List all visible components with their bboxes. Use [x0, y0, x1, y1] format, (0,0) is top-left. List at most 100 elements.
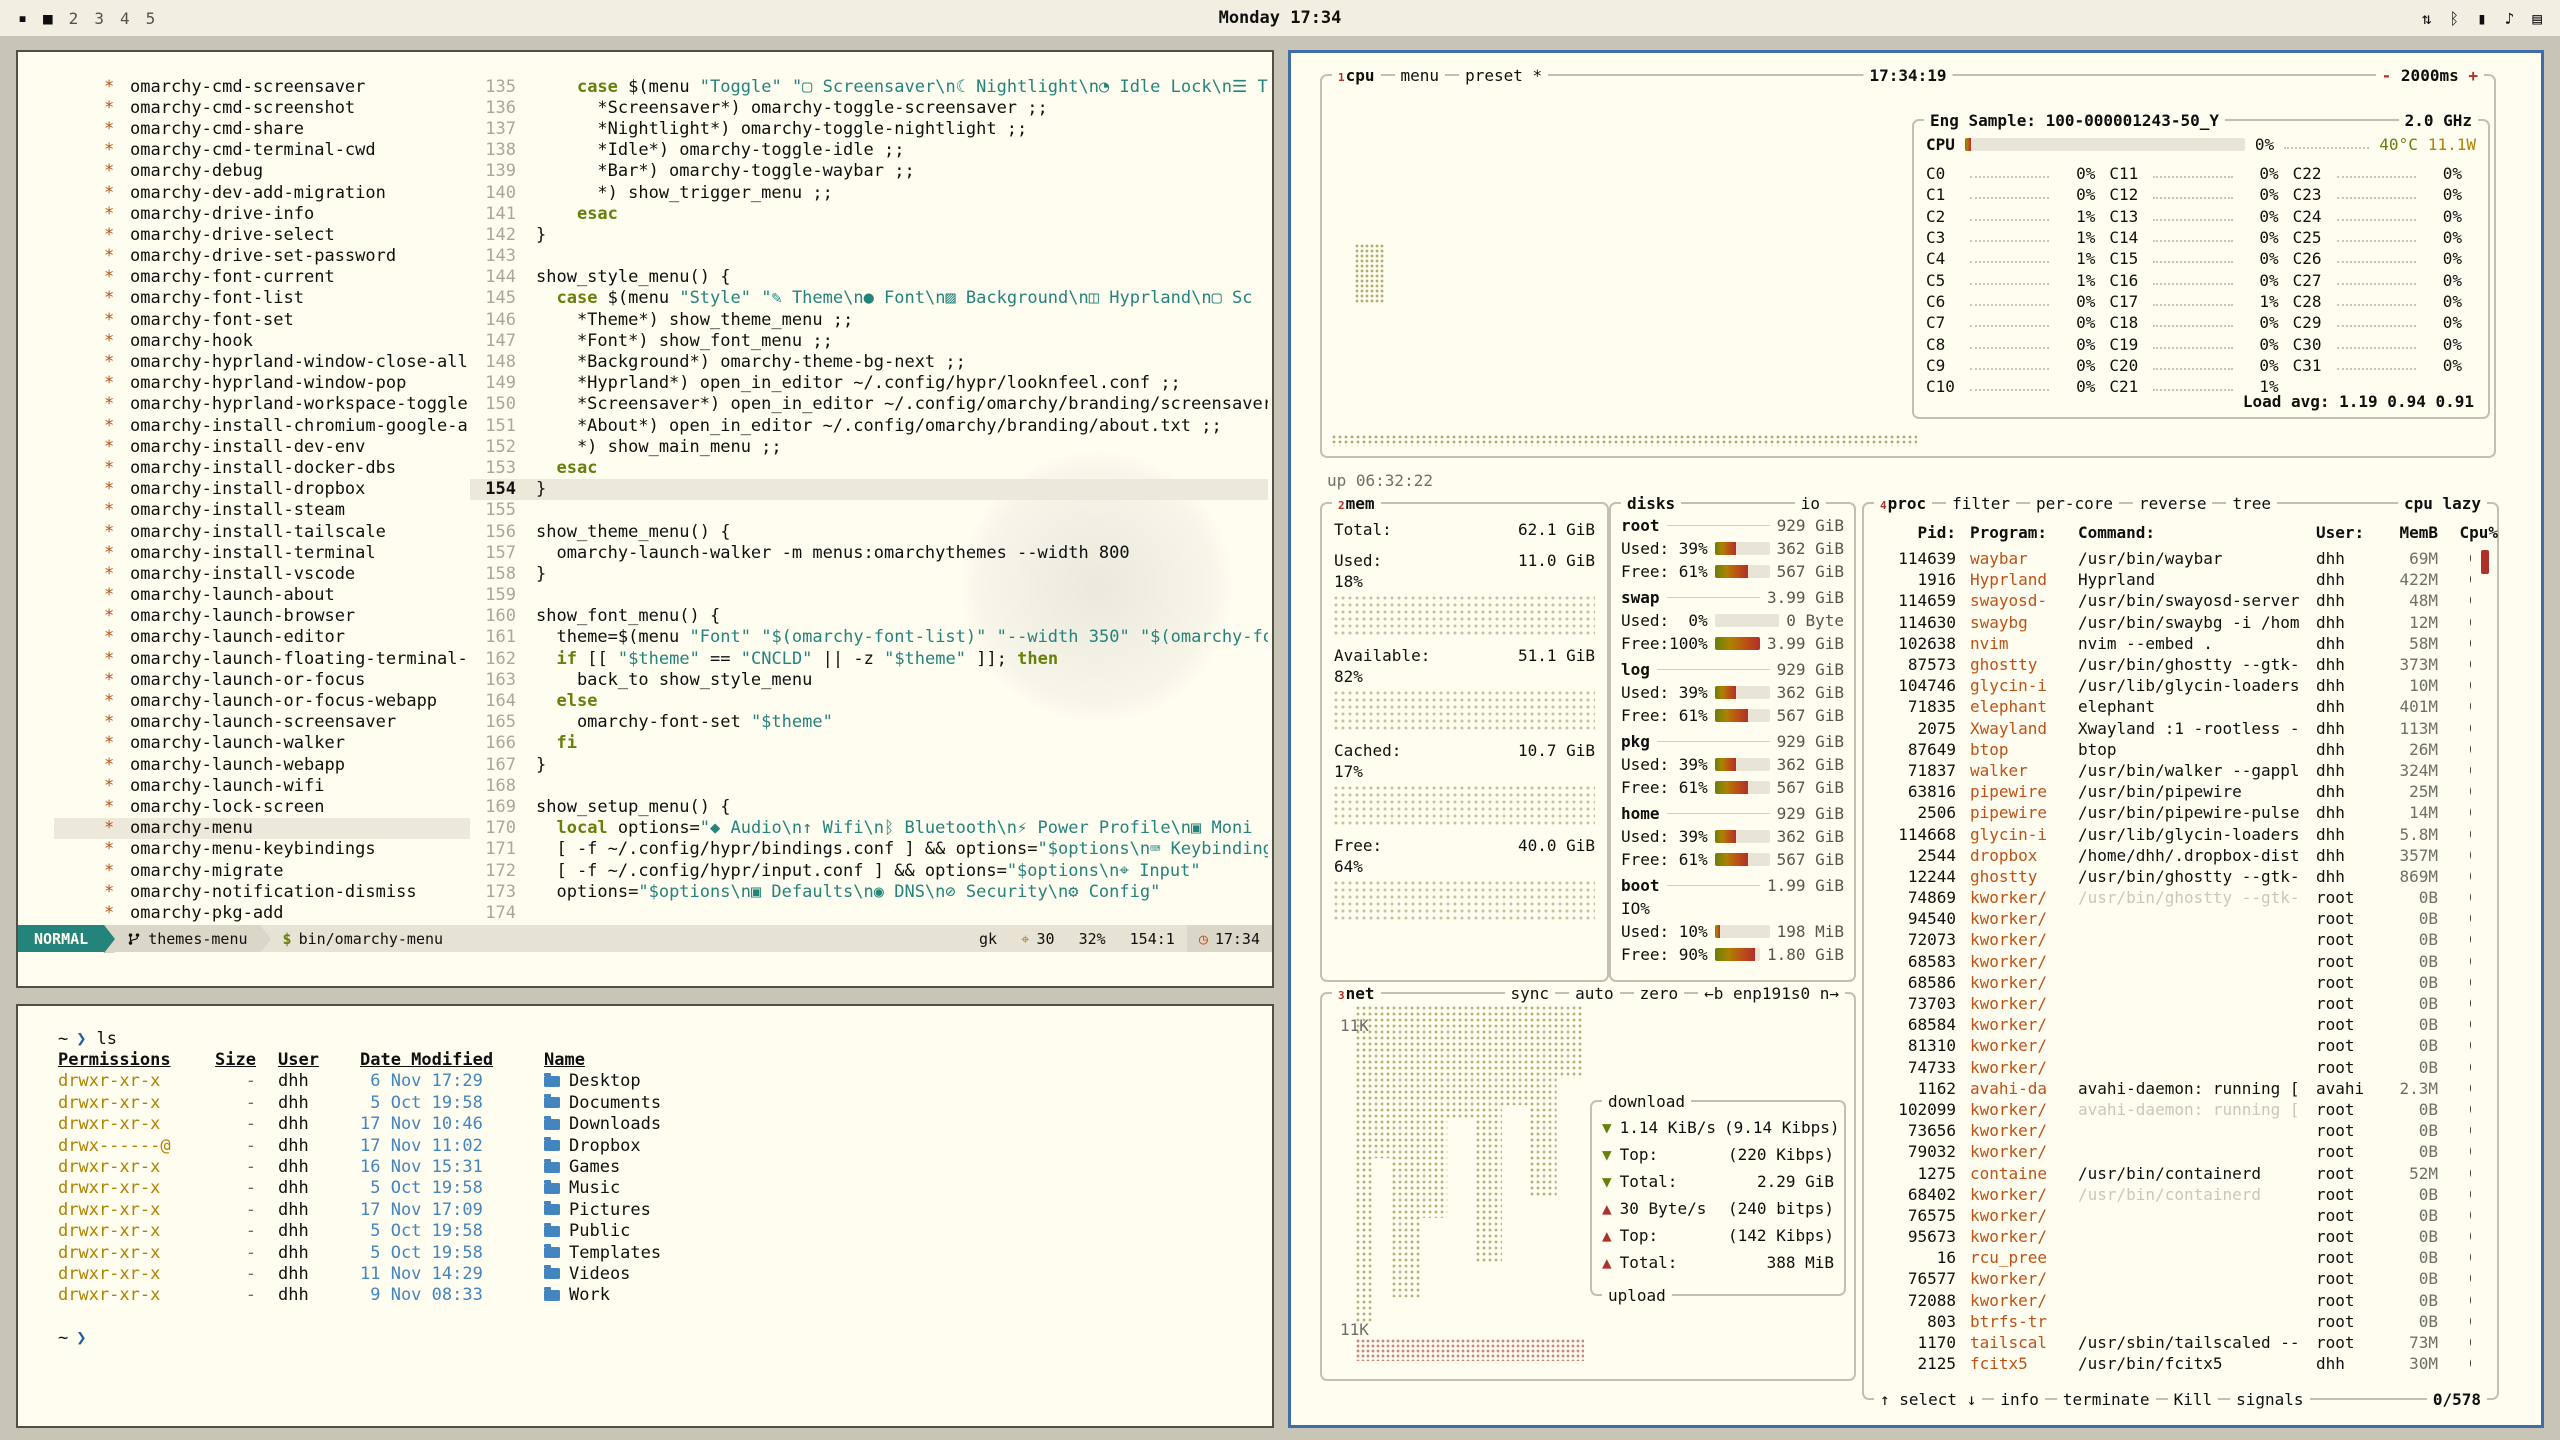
process-row[interactable]: 2075 Xwayland Xwayland :1 -rootless - dh…: [1872, 718, 2471, 739]
file-list-item[interactable]: * omarchy-install-steam: [104, 500, 470, 521]
git-branch[interactable]: themes-menu: [115, 925, 259, 952]
process-row[interactable]: 71837 walker /usr/bin/walker --gappl dhh…: [1872, 760, 2471, 781]
code-line[interactable]: 143: [470, 246, 1268, 267]
process-row[interactable]: 102638 nvim nvim --embed . dhh 58M 0.0: [1872, 633, 2471, 654]
code-line[interactable]: 169 show_setup_menu() {: [470, 796, 1268, 817]
code-line[interactable]: 167 }: [470, 754, 1268, 775]
process-row[interactable]: 2125 fcitx5 /usr/bin/fcitx5 dhh 30M 0.0: [1872, 1353, 2471, 1374]
code-line[interactable]: 170 local options="◆ Audio\n↑ Wifi\nᛒ Bl…: [470, 818, 1268, 839]
code-line[interactable]: 161 theme=$(menu "Font" "$(omarchy-font-…: [470, 627, 1268, 648]
code-line[interactable]: 151 *About*) open_in_editor ~/.config/om…: [470, 415, 1268, 436]
mem-box-title[interactable]: 2mem: [1332, 494, 1381, 513]
file-list-item[interactable]: * omarchy-font-list: [104, 288, 470, 309]
terminal-content[interactable]: ~ ❯ ls Permissions Size User Date Modifi…: [58, 1028, 1252, 1412]
proc-footer-action[interactable]: signals: [2230, 1390, 2309, 1409]
process-row[interactable]: 73656 kworker/ root 0B 0.0: [1872, 1120, 2471, 1141]
code-line[interactable]: 148 *Background*) omarchy-theme-bg-next …: [470, 351, 1268, 372]
file-list-item[interactable]: * omarchy-migrate: [104, 860, 470, 881]
process-row[interactable]: 16 rcu_pree root 0B 0.0: [1872, 1247, 2471, 1268]
code-line[interactable]: 172 [ -f ~/.config/hypr/input.conf ] && …: [470, 860, 1268, 881]
process-row[interactable]: 94540 kworker/ root 0B 0.0: [1872, 908, 2471, 929]
file-list-item[interactable]: * omarchy-launch-floating-terminal-: [104, 648, 470, 669]
io-toggle[interactable]: io: [1795, 494, 1826, 513]
volume-icon[interactable]: ♪: [2505, 9, 2515, 28]
net-zero-toggle[interactable]: zero: [1634, 984, 1685, 1003]
file-list-item[interactable]: * omarchy-install-tailscale: [104, 521, 470, 542]
code-line[interactable]: 145 case $(menu "Style" "✎ Theme\n● Font…: [470, 288, 1268, 309]
file-list-item[interactable]: * omarchy-cmd-screenshot: [104, 97, 470, 118]
omarchy-logo-icon[interactable]: ▪: [18, 9, 27, 27]
code-line[interactable]: 158 }: [470, 563, 1268, 584]
file-list-item[interactable]: * omarchy-menu-keybindings: [104, 839, 470, 860]
sort-selector[interactable]: cpu lazy: [2398, 494, 2487, 513]
file-list-item[interactable]: * omarchy-debug: [104, 161, 470, 182]
code-line[interactable]: 140 *) show_trigger_menu ;;: [470, 182, 1268, 203]
file-list-item[interactable]: * omarchy-launch-editor: [104, 627, 470, 648]
code-line[interactable]: 135 case $(menu "Toggle" "▢ Screensaver\…: [470, 76, 1268, 97]
process-row[interactable]: 68584 kworker/ root 0B 0.0: [1872, 1014, 2471, 1035]
code-line[interactable]: 166 fi: [470, 733, 1268, 754]
file-list-item[interactable]: * omarchy-font-current: [104, 267, 470, 288]
proc-footer-action[interactable]: terminate: [2057, 1390, 2156, 1409]
process-row[interactable]: 114659 swayosd- /usr/bin/swayosd-server …: [1872, 590, 2471, 611]
process-row[interactable]: 104746 glycin-i /usr/lib/glycin-loaders …: [1872, 675, 2471, 696]
file-list-item[interactable]: * omarchy-launch-or-focus-webapp: [104, 690, 470, 711]
battery-icon[interactable]: ▮: [2477, 9, 2487, 28]
code-line[interactable]: 141 esac: [470, 203, 1268, 224]
process-row[interactable]: 114668 glycin-i /usr/lib/glycin-loaders …: [1872, 823, 2471, 844]
file-list-item[interactable]: * omarchy-install-docker-dbs: [104, 457, 470, 478]
workspace-button[interactable]: 2: [69, 9, 79, 28]
cpu-box-title[interactable]: 1cpu: [1332, 66, 1381, 85]
process-row[interactable]: 1170 tailscal /usr/sbin/tailscaled -- ro…: [1872, 1332, 2471, 1353]
code-line[interactable]: 173 options="$options\n▣ Defaults\n◉ DNS…: [470, 881, 1268, 902]
interval-decrease-button[interactable]: -: [2382, 66, 2392, 85]
process-row[interactable]: 102099 kworker/ avahi-daemon: running [ …: [1872, 1099, 2471, 1120]
code-line[interactable]: 155: [470, 500, 1268, 521]
process-row[interactable]: 76575 kworker/ root 0B 0.0: [1872, 1205, 2471, 1226]
code-line[interactable]: 146 *Theme*) show_theme_menu ;;: [470, 309, 1268, 330]
pid-column-header[interactable]: Pid:: [1872, 523, 1956, 542]
code-line[interactable]: 156 show_theme_menu() {: [470, 521, 1268, 542]
file-list-item[interactable]: * omarchy-drive-select: [104, 224, 470, 245]
file-list-item[interactable]: * omarchy-menu: [54, 818, 470, 839]
process-row[interactable]: 68402 kworker/ /usr/bin/containerd root …: [1872, 1184, 2471, 1205]
file-list-item[interactable]: * omarchy-launch-or-focus: [104, 669, 470, 690]
process-row[interactable]: 1162 avahi-da avahi-daemon: running [ av…: [1872, 1078, 2471, 1099]
tree-toggle[interactable]: tree: [2226, 494, 2277, 513]
file-list-item[interactable]: * omarchy-install-terminal: [104, 542, 470, 563]
process-row[interactable]: 87573 ghostty /usr/bin/ghostty --gtk- dh…: [1872, 654, 2471, 675]
code-line[interactable]: 165 omarchy-font-set "$theme": [470, 712, 1268, 733]
code-line[interactable]: 174: [470, 902, 1268, 923]
code-line[interactable]: 164 else: [470, 690, 1268, 711]
code-line[interactable]: 159: [470, 585, 1268, 606]
workspace-button[interactable]: 4: [120, 9, 130, 28]
reverse-toggle[interactable]: reverse: [2133, 494, 2212, 513]
file-list-item[interactable]: * omarchy-font-set: [104, 309, 470, 330]
code-line[interactable]: 171 [ -f ~/.config/hypr/bindings.conf ] …: [470, 839, 1268, 860]
process-row[interactable]: 73703 kworker/ root 0B 0.0: [1872, 993, 2471, 1014]
file-list-item[interactable]: * omarchy-install-dev-env: [104, 436, 470, 457]
mem-column-header[interactable]: MemB: [2380, 523, 2438, 542]
file-list-item[interactable]: * omarchy-notification-dismiss: [104, 881, 470, 902]
disks-box-title[interactable]: disks: [1621, 494, 1681, 513]
process-row[interactable]: 95673 kworker/ root 0B 0.0: [1872, 1226, 2471, 1247]
process-row[interactable]: 68586 kworker/ root 0B 0.0: [1872, 972, 2471, 993]
code-line[interactable]: 152 *) show_main_menu ;;: [470, 436, 1268, 457]
file-list-item[interactable]: * omarchy-install-dropbox: [104, 479, 470, 500]
code-line[interactable]: 142 }: [470, 224, 1268, 245]
file-list-item[interactable]: * omarchy-hyprland-window-pop: [104, 373, 470, 394]
proc-footer-action[interactable]: Kill: [2168, 1390, 2219, 1409]
file-list-item[interactable]: * omarchy-hyprland-workspace-toggle: [104, 394, 470, 415]
filter-button[interactable]: filter: [1946, 494, 2016, 513]
file-list-item[interactable]: * omarchy-launch-about: [104, 585, 470, 606]
file-list-item[interactable]: * omarchy-install-chromium-google-a: [104, 415, 470, 436]
process-row[interactable]: 74869 kworker/ /usr/bin/ghostty --gtk- r…: [1872, 887, 2471, 908]
net-interface[interactable]: ←b enp191s0 n→: [1698, 984, 1845, 1003]
process-row[interactable]: 79032 kworker/ root 0B 0.0: [1872, 1141, 2471, 1162]
workspace-active-indicator[interactable]: ■: [43, 9, 53, 28]
process-row[interactable]: 71835 elephant elephant dhh 401M 0.0: [1872, 696, 2471, 717]
file-list-item[interactable]: * omarchy-drive-set-password: [104, 246, 470, 267]
process-row[interactable]: 1916 Hyprland Hyprland dhh 422M 0.0: [1872, 569, 2471, 590]
file-list-item[interactable]: * omarchy-lock-screen: [104, 796, 470, 817]
process-row[interactable]: 87649 btop btop dhh 26M 0.0: [1872, 739, 2471, 760]
